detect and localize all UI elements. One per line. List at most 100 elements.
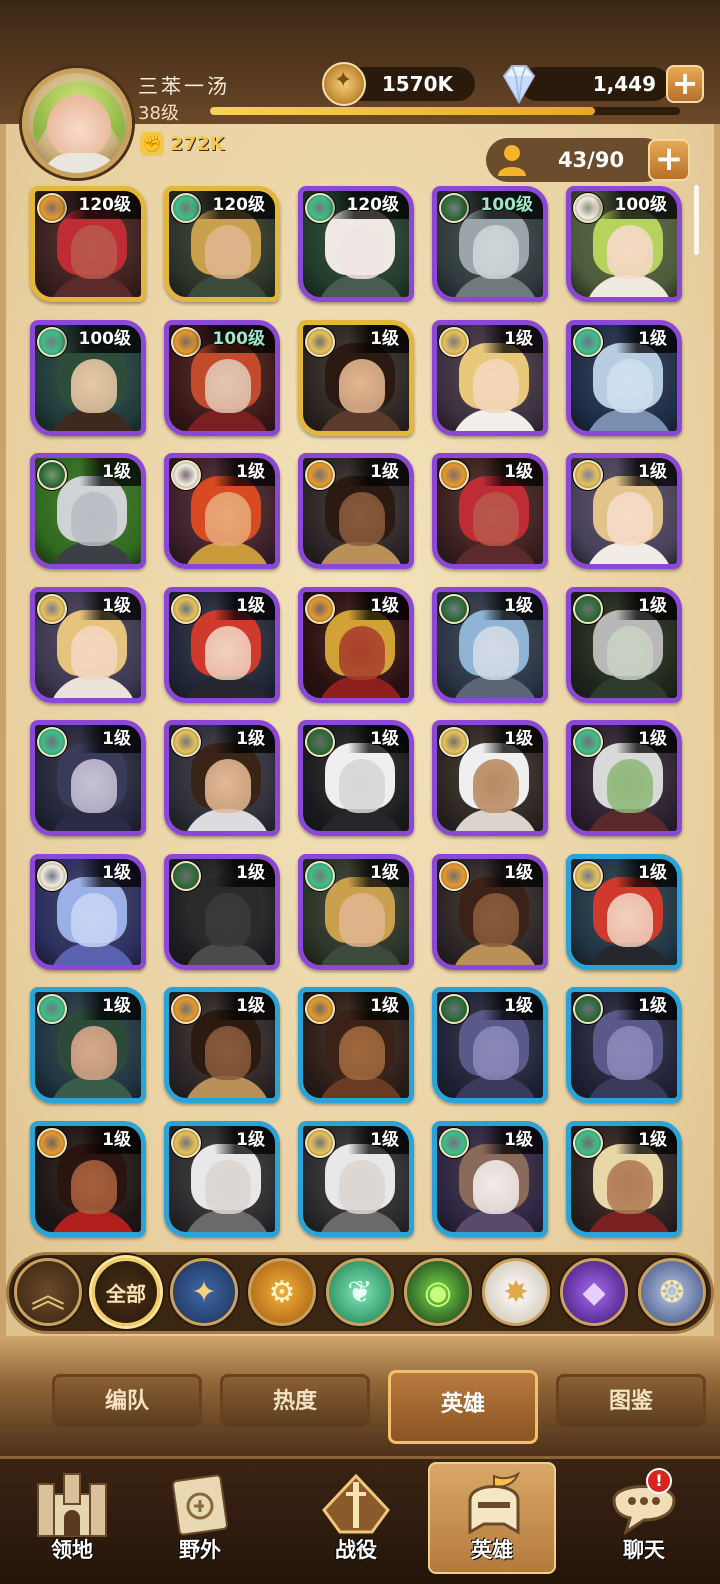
hero-level-label: 1级 bbox=[616, 1125, 677, 1154]
hero-card[interactable]: 1级 bbox=[566, 987, 682, 1103]
filter-mauler-button[interactable]: ⚙ bbox=[248, 1258, 316, 1326]
hero-card[interactable]: 120级 bbox=[164, 186, 280, 302]
hero-card[interactable]: 120级 bbox=[298, 186, 414, 302]
hero-card[interactable]: 1级 bbox=[298, 319, 414, 436]
hero-face bbox=[71, 492, 117, 546]
nav-wild[interactable]: 野外 bbox=[136, 1464, 264, 1576]
hero-card[interactable]: 1级 bbox=[164, 853, 280, 970]
chat-notification-badge: ! bbox=[646, 1468, 672, 1494]
hero-card[interactable]: 1级 bbox=[432, 1120, 548, 1237]
hero-level-label: 1级 bbox=[482, 992, 543, 1020]
hero-card[interactable]: 1级 bbox=[432, 720, 548, 836]
tab-popularity[interactable]: 热度 bbox=[220, 1374, 370, 1430]
hero-card[interactable]: 1级 bbox=[164, 453, 280, 569]
hero-level-label: 1级 bbox=[348, 858, 409, 887]
hero-card[interactable]: 1级 bbox=[30, 586, 146, 703]
hero-level-label: 1级 bbox=[348, 992, 409, 1020]
graveborn-faction-icon bbox=[37, 460, 67, 490]
hero-body bbox=[49, 408, 137, 431]
hero-card[interactable]: 1级 bbox=[164, 987, 280, 1103]
hero-card[interactable]: 1级 bbox=[432, 453, 548, 569]
list-scrollbar[interactable] bbox=[694, 185, 699, 255]
hero-card[interactable]: 1级 bbox=[298, 586, 414, 703]
hero-body bbox=[317, 542, 405, 564]
hero-card[interactable]: 1级 bbox=[432, 319, 548, 436]
hero-card[interactable]: 1级 bbox=[298, 720, 414, 836]
hero-face bbox=[339, 1159, 385, 1214]
hero-level-label: 1级 bbox=[348, 725, 409, 753]
tab-codex[interactable]: 图鉴 bbox=[556, 1374, 706, 1430]
filter-dimensional-button[interactable]: ❂ bbox=[638, 1258, 706, 1326]
hero-card[interactable]: 1级 bbox=[164, 720, 280, 836]
hero-body bbox=[49, 275, 137, 297]
hero-card[interactable]: 1级 bbox=[566, 720, 682, 836]
hero-body bbox=[49, 675, 137, 698]
hero-card[interactable]: 120级 bbox=[30, 186, 146, 302]
hero-card[interactable]: 1级 bbox=[566, 586, 682, 703]
hero-card[interactable]: 100级 bbox=[566, 186, 682, 302]
hero-level-label: 1级 bbox=[348, 1125, 409, 1154]
fist-icon: ✊ bbox=[140, 132, 164, 156]
hero-card[interactable]: 1级 bbox=[432, 853, 548, 970]
mauler-faction-icon bbox=[305, 593, 335, 624]
hero-card[interactable]: 1级 bbox=[298, 987, 414, 1103]
hero-card[interactable]: 1级 bbox=[298, 453, 414, 569]
hero-card[interactable]: 1级 bbox=[30, 1120, 146, 1237]
hero-level-label: 1级 bbox=[214, 458, 275, 486]
graveborn-faction-icon bbox=[439, 994, 469, 1024]
hero-level-label: 1级 bbox=[80, 992, 141, 1020]
hero-card[interactable]: 1级 bbox=[298, 853, 414, 970]
hero-card[interactable]: 1级 bbox=[30, 853, 146, 970]
gem-counter: 1,449 bbox=[520, 67, 670, 101]
hero-level-label: 1级 bbox=[482, 725, 543, 753]
hero-body bbox=[183, 675, 271, 698]
hero-card[interactable]: 1级 bbox=[432, 987, 548, 1103]
xp-bar-fill bbox=[210, 107, 596, 115]
filter-celestial-button[interactable]: ✸ bbox=[482, 1258, 550, 1326]
tab-heroes[interactable]: 英雄 bbox=[388, 1370, 538, 1444]
hero-level-label: 1级 bbox=[482, 458, 543, 486]
tab-formation[interactable]: 编队 bbox=[52, 1374, 202, 1430]
filter-all-button[interactable]: 全部 bbox=[92, 1258, 160, 1326]
hero-card[interactable]: 1级 bbox=[298, 1120, 414, 1237]
nav-chat[interactable]: ! 聊天 bbox=[580, 1464, 708, 1576]
nav-territory-label: 领地 bbox=[51, 1538, 93, 1562]
hero-card[interactable]: 1级 bbox=[432, 586, 548, 703]
nav-territory[interactable]: 领地 bbox=[8, 1464, 136, 1576]
hero-level-label: 1级 bbox=[80, 458, 141, 486]
graveborn-faction-icon bbox=[573, 593, 603, 624]
hero-card[interactable]: 1级 bbox=[566, 853, 682, 970]
hero-card[interactable]: 1级 bbox=[30, 453, 146, 569]
nav-campaign[interactable]: 战役 bbox=[292, 1464, 420, 1576]
lightbearer-faction-icon bbox=[573, 460, 603, 490]
hero-card[interactable]: 1级 bbox=[30, 720, 146, 836]
hero-body bbox=[317, 275, 405, 297]
player-avatar[interactable] bbox=[22, 68, 132, 178]
buy-gems-button[interactable]: + bbox=[666, 65, 704, 103]
hero-card[interactable]: 1级 bbox=[164, 1120, 280, 1237]
collapse-filter-button[interactable]: ︽ bbox=[14, 1258, 82, 1326]
lightbearer-faction-icon bbox=[171, 727, 201, 757]
filter-hypogean-button[interactable]: ◆ bbox=[560, 1258, 628, 1326]
hero-card[interactable]: 1级 bbox=[30, 987, 146, 1103]
expand-capacity-button[interactable]: + bbox=[648, 139, 690, 181]
hero-card[interactable]: 100级 bbox=[164, 319, 280, 436]
hero-face bbox=[205, 492, 251, 546]
hero-card[interactable]: 1级 bbox=[566, 1120, 682, 1237]
filter-wilder-button[interactable]: ❦ bbox=[326, 1258, 394, 1326]
hero-card[interactable]: 100级 bbox=[30, 319, 146, 436]
mauler-faction-icon bbox=[171, 994, 201, 1024]
filter-graveborn-button[interactable]: ◉ bbox=[404, 1258, 472, 1326]
hero-card[interactable]: 1级 bbox=[566, 453, 682, 569]
hero-face bbox=[205, 892, 251, 947]
nav-heroes[interactable]: 英雄 bbox=[428, 1462, 556, 1574]
graveborn-faction-icon bbox=[305, 727, 335, 757]
hero-level-label: 1级 bbox=[616, 725, 677, 753]
filter-lightbearer-button[interactable]: ✦ bbox=[170, 1258, 238, 1326]
hero-card[interactable]: 100级 bbox=[432, 186, 548, 302]
hero-card[interactable]: 1级 bbox=[566, 319, 682, 436]
hero-level-label: 1级 bbox=[482, 1125, 543, 1154]
hero-body bbox=[585, 408, 673, 431]
hero-level-label: 1级 bbox=[80, 858, 141, 887]
hero-card[interactable]: 1级 bbox=[164, 586, 280, 703]
